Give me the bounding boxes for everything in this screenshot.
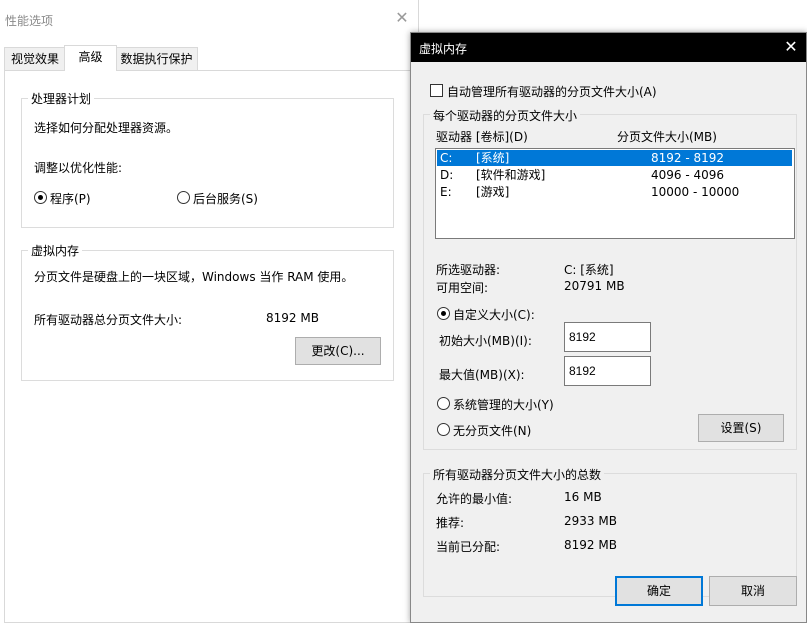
drive-size: 8192 - 8192 <box>651 151 725 165</box>
group-title: 每个驱动器的分页文件大小 <box>430 107 581 124</box>
max-size-label: 最大值(MB)(X): <box>439 368 525 382</box>
virtual-memory-dialog: 虚拟内存 ✕ 自动管理所有驱动器的分页文件大小(A) 每个驱动器的分页文件大小 … <box>410 32 807 623</box>
ok-button[interactable]: 确定 <box>615 576 703 606</box>
drive-label: [游戏] <box>476 185 510 199</box>
drive-letter: D: <box>440 168 454 182</box>
list-item[interactable]: E: [游戏] 10000 - 10000 <box>437 184 792 200</box>
size-column-header: 分页文件大小(MB) <box>617 130 717 144</box>
min-allowed-value: 16 MB <box>564 490 602 504</box>
performance-options-window: 性能选项 ✕ 视觉效果 高级 数据执行保护 处理器计划 选择如何分配处理器资源。… <box>0 0 419 623</box>
per-drive-group: 每个驱动器的分页文件大小 驱动器 [卷标](D) 分页文件大小(MB) C: [… <box>423 107 797 450</box>
programs-label[interactable]: 程序(P) <box>50 190 91 207</box>
background-services-radio[interactable] <box>177 191 190 204</box>
recommended-value: 2933 MB <box>564 514 617 528</box>
background-services-label[interactable]: 后台服务(S) <box>193 190 258 207</box>
close-icon[interactable]: ✕ <box>393 9 411 27</box>
drive-size: 4096 - 4096 <box>651 168 725 182</box>
adjust-label: 调整以优化性能: <box>34 161 123 175</box>
group-title: 处理器计划 <box>28 90 95 107</box>
free-space-label: 可用空间: <box>436 281 489 295</box>
list-item[interactable]: D: [软件和游戏] 4096 - 4096 <box>437 167 792 183</box>
system-managed-radio[interactable] <box>437 397 450 410</box>
window-title: 性能选项 <box>5 14 54 28</box>
title-bar: 虚拟内存 ✕ <box>411 33 806 62</box>
virtual-memory-group: 虚拟内存 分页文件是硬盘上的一块区域，Windows 当作 RAM 使用。 所有… <box>21 242 394 381</box>
drive-letter: E: <box>440 185 452 199</box>
initial-size-label: 初始大小(MB)(I): <box>439 334 532 348</box>
current-allocated-value: 8192 MB <box>564 538 617 552</box>
change-button[interactable]: 更改(C)... <box>295 337 381 365</box>
tab-data-execution-prevention[interactable]: 数据执行保护 <box>115 47 198 70</box>
drive-list[interactable]: C: [系统] 8192 - 8192 D: [软件和游戏] 4096 - 40… <box>435 148 795 239</box>
dialog-title: 虚拟内存 <box>419 42 468 56</box>
drive-column-header: 驱动器 [卷标](D) <box>436 130 528 144</box>
total-paging-label: 所有驱动器总分页文件大小: <box>34 313 183 327</box>
current-allocated-label: 当前已分配: <box>436 540 501 554</box>
group-title: 所有驱动器分页文件大小的总数 <box>430 466 605 483</box>
tab-strip: 视觉效果 高级 数据执行保护 <box>0 45 418 71</box>
auto-manage-checkbox[interactable] <box>430 84 443 97</box>
programs-radio[interactable] <box>34 191 47 204</box>
selected-drive-label: 所选驱动器: <box>436 263 501 277</box>
auto-manage-label[interactable]: 自动管理所有驱动器的分页文件大小(A) <box>447 83 657 100</box>
min-allowed-label: 允许的最小值: <box>436 492 513 506</box>
recommended-label: 推荐: <box>436 516 465 530</box>
vm-description: 分页文件是硬盘上的一块区域，Windows 当作 RAM 使用。 <box>34 270 354 284</box>
close-icon[interactable]: ✕ <box>781 37 801 57</box>
group-title: 虚拟内存 <box>28 242 83 259</box>
list-item[interactable]: C: [系统] 8192 - 8192 <box>437 150 792 166</box>
tab-visual-effects[interactable]: 视觉效果 <box>4 47 66 70</box>
drive-size: 10000 - 10000 <box>651 185 740 199</box>
cancel-button[interactable]: 取消 <box>709 576 797 606</box>
total-paging-value: 8192 MB <box>266 311 319 325</box>
tab-advanced[interactable]: 高级 <box>64 45 117 71</box>
processor-scheduling-group: 处理器计划 选择如何分配处理器资源。 调整以优化性能: 程序(P) 后台服务(S… <box>21 90 394 228</box>
processor-description: 选择如何分配处理器资源。 <box>34 121 179 135</box>
drive-label: [系统] <box>476 151 510 165</box>
no-paging-file-radio[interactable] <box>437 423 450 436</box>
tab-panel-advanced: 处理器计划 选择如何分配处理器资源。 调整以优化性能: 程序(P) 后台服务(S… <box>4 70 418 623</box>
drive-letter: C: <box>440 151 453 165</box>
initial-size-input[interactable] <box>564 322 651 352</box>
max-size-input[interactable] <box>564 356 651 386</box>
drive-label: [软件和游戏] <box>476 168 546 182</box>
free-space-value: 20791 MB <box>564 279 625 293</box>
custom-size-label[interactable]: 自定义大小(C): <box>453 306 535 323</box>
no-paging-file-label[interactable]: 无分页文件(N) <box>453 422 531 439</box>
selected-drive-value: C: [系统] <box>564 263 614 277</box>
custom-size-radio[interactable] <box>437 307 450 320</box>
title-bar: 性能选项 ✕ <box>0 0 418 40</box>
system-managed-label[interactable]: 系统管理的大小(Y) <box>453 396 554 413</box>
set-button[interactable]: 设置(S) <box>698 414 784 442</box>
